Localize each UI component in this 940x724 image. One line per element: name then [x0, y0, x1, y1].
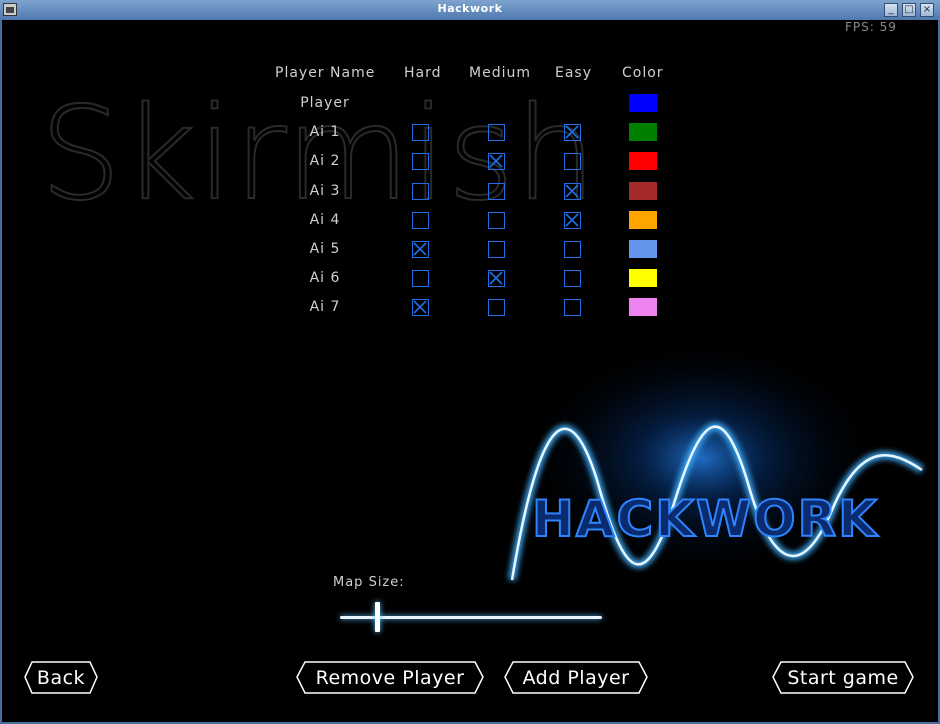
player-name-4: Ai 4	[309, 212, 341, 228]
checkbox-medium-7[interactable]	[488, 299, 505, 316]
checkbox-hard-6[interactable]	[412, 270, 429, 287]
checkbox-medium-5[interactable]	[488, 241, 505, 258]
header-medium: Medium	[469, 65, 531, 81]
minimize-icon[interactable]: _	[884, 3, 898, 17]
checkbox-hard-1[interactable]	[412, 124, 429, 141]
checked-x-icon	[413, 300, 427, 314]
checkbox-medium-2[interactable]	[488, 153, 505, 170]
window-title: Hackwork	[437, 2, 503, 15]
checkbox-hard-7[interactable]	[412, 299, 429, 316]
logo-text: HACKWORK	[532, 490, 879, 548]
player-name-5: Ai 5	[309, 241, 341, 257]
color-swatch-6[interactable]	[629, 269, 657, 287]
color-swatch-3[interactable]	[629, 182, 657, 200]
header-easy: Easy	[555, 65, 593, 81]
header-player-name: Player Name	[275, 65, 376, 81]
checked-x-icon	[565, 125, 579, 139]
remove-player-button-label: Remove Player	[315, 666, 465, 689]
map-size-label: Map Size:	[333, 575, 405, 590]
checked-x-icon	[413, 242, 427, 256]
checkbox-medium-1[interactable]	[488, 124, 505, 141]
maximize-icon[interactable]: □	[902, 3, 916, 17]
player-name-7: Ai 7	[309, 299, 341, 315]
back-button[interactable]: Back	[24, 661, 98, 694]
back-button-label: Back	[36, 666, 86, 689]
fps-counter: FPS: 59	[845, 20, 897, 34]
checked-x-icon	[565, 184, 579, 198]
add-player-button-label: Add Player	[522, 666, 630, 689]
checkbox-medium-3[interactable]	[488, 183, 505, 200]
color-swatch-7[interactable]	[629, 298, 657, 316]
color-swatch-5[interactable]	[629, 240, 657, 258]
checkbox-easy-7[interactable]	[564, 299, 581, 316]
player-name-1: Ai 1	[309, 124, 341, 140]
player-name-3: Ai 3	[309, 183, 341, 199]
close-icon[interactable]: ×	[920, 3, 934, 17]
checkbox-easy-3[interactable]	[564, 183, 581, 200]
player-name-2: Ai 2	[309, 153, 341, 169]
color-swatch-0[interactable]	[629, 94, 657, 112]
checkbox-hard-2[interactable]	[412, 153, 429, 170]
checkbox-easy-2[interactable]	[564, 153, 581, 170]
start-game-button[interactable]: Start game	[772, 661, 914, 694]
color-swatch-2[interactable]	[629, 152, 657, 170]
color-swatch-4[interactable]	[629, 211, 657, 229]
checkbox-easy-4[interactable]	[564, 212, 581, 229]
checked-x-icon	[489, 154, 503, 168]
checked-x-icon	[565, 213, 579, 227]
player-name-0: Player	[300, 95, 350, 111]
player-name-6: Ai 6	[309, 270, 341, 286]
remove-player-button[interactable]: Remove Player	[296, 661, 484, 694]
game-area: FPS: 59 Skirmish Player Name Hard Medium…	[2, 20, 938, 722]
map-size-slider-handle[interactable]	[375, 602, 380, 632]
start-game-button-label: Start game	[787, 666, 899, 689]
add-player-button[interactable]: Add Player	[504, 661, 648, 694]
title-bar[interactable]: Hackwork _ □ ×	[0, 0, 940, 21]
checkbox-medium-6[interactable]	[488, 270, 505, 287]
checkbox-hard-4[interactable]	[412, 212, 429, 229]
header-color: Color	[622, 65, 664, 81]
checkbox-easy-1[interactable]	[564, 124, 581, 141]
hackwork-logo: HACKWORK	[508, 350, 925, 590]
checkbox-easy-6[interactable]	[564, 270, 581, 287]
checkbox-medium-4[interactable]	[488, 212, 505, 229]
checkbox-hard-5[interactable]	[412, 241, 429, 258]
checked-x-icon	[489, 271, 503, 285]
header-hard: Hard	[404, 65, 442, 81]
color-swatch-1[interactable]	[629, 123, 657, 141]
checkbox-hard-3[interactable]	[412, 183, 429, 200]
checkbox-easy-5[interactable]	[564, 241, 581, 258]
